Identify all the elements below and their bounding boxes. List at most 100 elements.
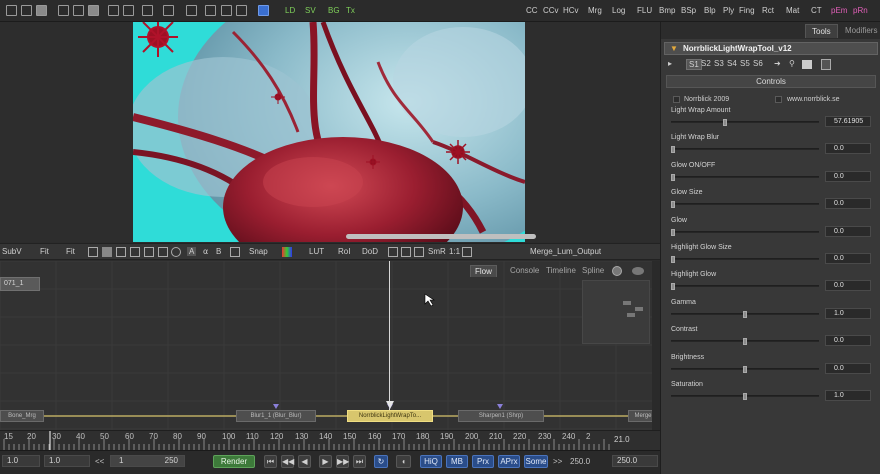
- param-slider-knob[interactable]: [743, 393, 747, 400]
- param-slider[interactable]: [671, 393, 819, 400]
- flow-panel[interactable]: 071_1 Flow Console Timeline Spline Bone_Mrg…: [0, 261, 660, 430]
- toggle-mb[interactable]: MB: [446, 455, 468, 468]
- layout-quad-icon[interactable]: [221, 5, 232, 16]
- pen-icon[interactable]: [116, 247, 126, 257]
- redo-icon[interactable]: [123, 5, 134, 16]
- collapse-chevron-icon[interactable]: ▼: [670, 44, 678, 53]
- toolbar-button-fing[interactable]: Fing: [739, 6, 755, 15]
- pin-icon[interactable]: ⚲: [789, 59, 795, 68]
- timeline-ruler[interactable]: 15 20 30 40 50 60 70 80 90 100 110 120 130 140 150 160 1…: [0, 430, 660, 451]
- range-next-label[interactable]: >>: [553, 457, 562, 466]
- param-slider-knob[interactable]: [671, 201, 675, 208]
- toolbar-button-blp[interactable]: Blp: [704, 6, 716, 15]
- param-slider[interactable]: [671, 229, 819, 236]
- pick-icon[interactable]: ▸: [668, 59, 672, 68]
- controls-tab[interactable]: Controls: [666, 75, 876, 88]
- range-slider[interactable]: 1 250: [110, 455, 185, 467]
- tool-header[interactable]: ▼ NorrblickLightWrapTool_v12: [664, 42, 878, 55]
- param-slider-knob[interactable]: [671, 229, 675, 236]
- toolbar-button-rct[interactable]: Rct: [762, 6, 774, 15]
- tab-tools[interactable]: Tools: [805, 24, 838, 38]
- lock-icon[interactable]: [388, 247, 398, 257]
- flow-node-1[interactable]: Blur1_1 (Blur_Blur): [236, 410, 316, 422]
- scissors-icon[interactable]: [163, 5, 174, 16]
- play-forward-icon[interactable]: ▶: [319, 455, 332, 468]
- param-slider-knob[interactable]: [671, 283, 675, 290]
- toolbar-button-cc[interactable]: CC: [526, 6, 538, 15]
- toggle-aprx[interactable]: APrx: [498, 455, 520, 468]
- param-value-field[interactable]: 0.0: [825, 253, 871, 264]
- loop-icon[interactable]: ↻: [374, 455, 388, 468]
- eraser-icon[interactable]: [144, 247, 154, 257]
- tab-modifiers[interactable]: Modifiers: [839, 24, 880, 38]
- param-slider[interactable]: [671, 338, 819, 345]
- save-icon[interactable]: [36, 5, 47, 16]
- param-slider[interactable]: [671, 146, 819, 153]
- viewer-tool-lut-4[interactable]: LUT: [309, 247, 324, 256]
- audio-icon[interactable]: ◖: [396, 455, 411, 468]
- toolbar-button-bg[interactable]: BG: [328, 6, 340, 15]
- param-value-field[interactable]: 0.0: [825, 198, 871, 209]
- render-start-field[interactable]: 1.0: [44, 455, 90, 467]
- toolbar-button-bsp[interactable]: BSp: [681, 6, 696, 15]
- param-slider-knob[interactable]: [671, 146, 675, 153]
- ellipse-tool-icon[interactable]: [171, 247, 181, 257]
- param-value-field[interactable]: 0.0: [825, 363, 871, 374]
- toolbar-button-prn[interactable]: pRn: [853, 6, 868, 15]
- text-tool-icon[interactable]: A: [187, 247, 197, 256]
- play-reverse-icon[interactable]: ◀: [298, 455, 311, 468]
- viewer-tool-subv-0[interactable]: SubV: [2, 247, 22, 256]
- redo-more-icon[interactable]: [142, 5, 153, 16]
- script-icon[interactable]: [258, 5, 269, 16]
- flow-node-0[interactable]: Bone_Mrg: [0, 410, 44, 422]
- alpha-icon[interactable]: ⍺: [203, 247, 208, 256]
- param-value-field[interactable]: 0.0: [825, 226, 871, 237]
- viewer-tool-fit-2[interactable]: Fit: [66, 247, 75, 256]
- wave-icon[interactable]: [230, 247, 240, 257]
- toolbar-button-mat[interactable]: Mat: [786, 6, 799, 15]
- viewer-tool-roi-5[interactable]: RoI: [338, 247, 350, 256]
- website-checkbox[interactable]: [775, 96, 782, 103]
- flow-node-3[interactable]: Sharpen1 (Shrp): [458, 410, 544, 422]
- param-value-field[interactable]: 0.0: [825, 335, 871, 346]
- new-file-icon[interactable]: [6, 5, 17, 16]
- step-back-icon[interactable]: ◀◀: [281, 455, 294, 468]
- layout-grid-icon[interactable]: [236, 5, 247, 16]
- toggle-some[interactable]: Some: [524, 455, 548, 468]
- param-value-field[interactable]: 0.0: [825, 143, 871, 154]
- viewer-tool-fit-1[interactable]: Fit: [40, 247, 49, 256]
- paste-icon[interactable]: [88, 5, 99, 16]
- norrblick-checkbox[interactable]: [673, 96, 680, 103]
- layout-split-icon[interactable]: [205, 5, 216, 16]
- toolbar-button-hcv[interactable]: HCv: [563, 6, 579, 15]
- global-start-field[interactable]: 1.0: [2, 455, 40, 467]
- cut-icon[interactable]: [58, 5, 69, 16]
- viewer-tool-dod-6[interactable]: DoD: [362, 247, 378, 256]
- toolbar-button-tx[interactable]: Tx: [346, 6, 355, 15]
- viewer-tool-snap-3[interactable]: Snap: [249, 247, 268, 256]
- toolbar-button-flu[interactable]: FLU: [637, 6, 652, 15]
- histogram-icon[interactable]: [462, 247, 472, 257]
- flow-vertical-scrollbar[interactable]: [652, 261, 660, 430]
- param-slider[interactable]: [671, 311, 819, 318]
- param-slider-knob[interactable]: [743, 311, 747, 318]
- param-slider[interactable]: [671, 283, 819, 290]
- param-slider[interactable]: [671, 119, 819, 126]
- toolbar-button-ccv[interactable]: CCv: [543, 6, 559, 15]
- slot-s2[interactable]: S2: [699, 59, 713, 68]
- render-button[interactable]: Render: [213, 455, 255, 468]
- toolbar-button-sv[interactable]: SV: [305, 6, 316, 15]
- no-proxy-icon[interactable]: [401, 247, 411, 257]
- save-settings-icon[interactable]: [802, 60, 812, 69]
- param-value-field[interactable]: 1.0: [825, 308, 871, 319]
- copy-icon[interactable]: [73, 5, 84, 16]
- param-slider[interactable]: [671, 174, 819, 181]
- view-mode-icon[interactable]: [821, 59, 831, 70]
- goto-start-icon[interactable]: ⏮: [264, 455, 277, 468]
- step-forward-icon[interactable]: ▶▶: [336, 455, 349, 468]
- param-value-field[interactable]: 57.61905: [825, 116, 871, 127]
- slot-s5[interactable]: S5: [738, 59, 752, 68]
- curve-icon[interactable]: [88, 247, 98, 257]
- param-slider[interactable]: [671, 201, 819, 208]
- bold-icon[interactable]: B: [216, 247, 221, 256]
